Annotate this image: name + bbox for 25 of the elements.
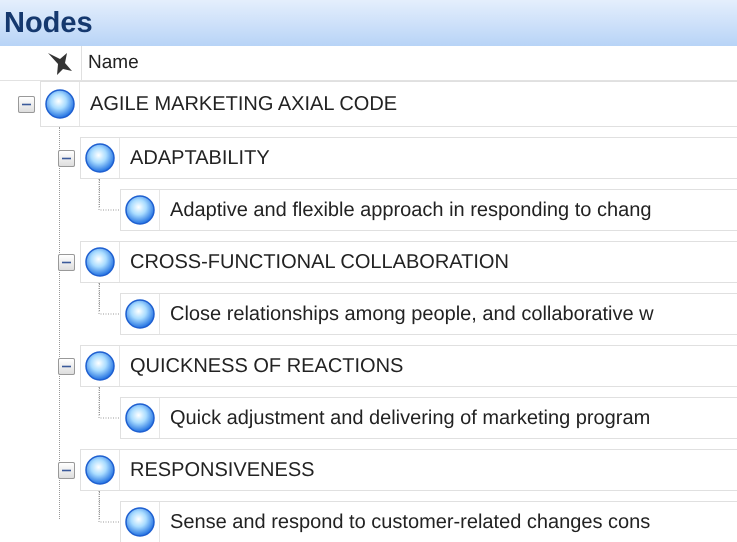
tree-item[interactable]: RESPONSIVENESS	[80, 449, 737, 491]
node-icon	[124, 506, 156, 538]
node-icon	[124, 402, 156, 434]
panel-title: Nodes	[4, 6, 93, 40]
collapse-button[interactable]	[58, 358, 75, 374]
column-label: Name	[87, 52, 139, 74]
node-icon	[44, 88, 76, 120]
node-icon	[124, 194, 156, 226]
tree-item[interactable]: Close relationships among people, and collaborative w	[120, 293, 737, 335]
node-icon	[84, 350, 116, 382]
node-icon	[84, 454, 116, 486]
node-icon	[124, 298, 156, 330]
node-icon	[84, 142, 116, 174]
tree-item[interactable]: Quick adjustment and delivering of marketing program	[120, 397, 737, 439]
collapse-button[interactable]	[58, 150, 75, 166]
tree-item[interactable]: Adaptive and flexible approach in responding to chang	[120, 189, 737, 231]
tree-item[interactable]: Sense and respond to customer-related changes cons	[120, 501, 737, 542]
node-icon	[84, 246, 116, 278]
collapse-button[interactable]	[58, 254, 75, 270]
tree-item[interactable]: ADAPTABILITY	[80, 137, 737, 179]
tree-item[interactable]: CROSS-FUNCTIONAL COLLABORATION	[80, 241, 737, 283]
collapse-button[interactable]	[18, 96, 35, 112]
tree-item[interactable]: QUICKNESS OF REACTIONS	[80, 345, 737, 387]
tree-item[interactable]: AGILE MARKETING AXIAL CODE	[40, 81, 737, 127]
collapse-button[interactable]	[58, 462, 75, 478]
